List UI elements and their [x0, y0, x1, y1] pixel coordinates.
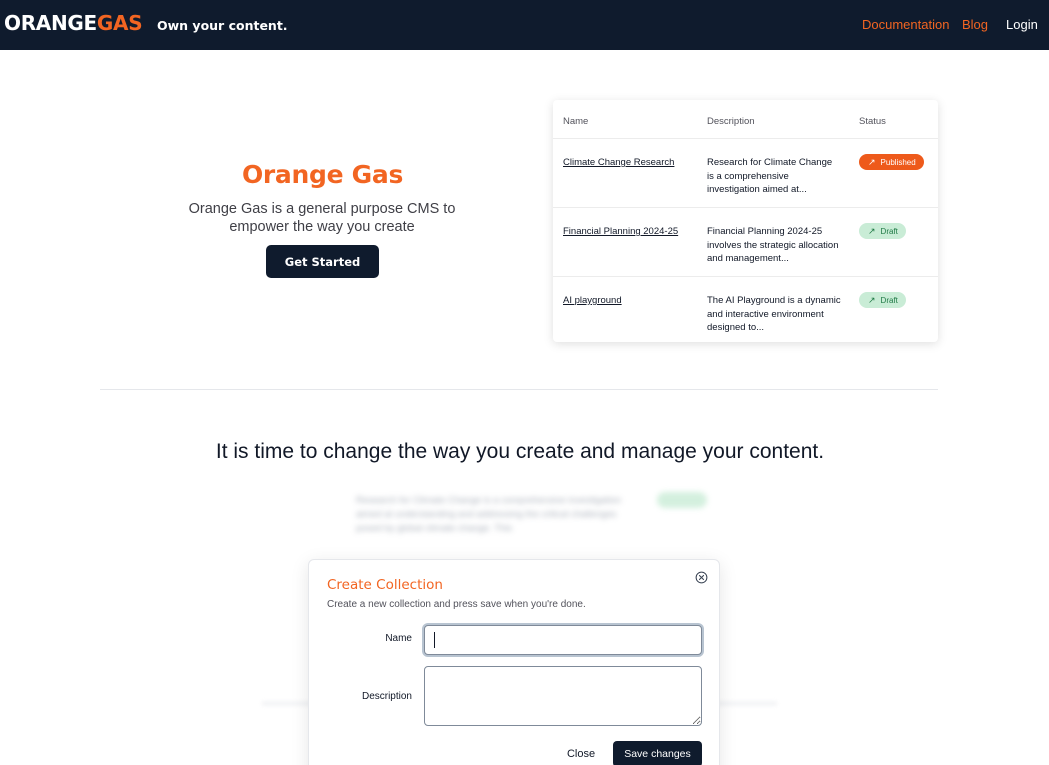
collection-name-link[interactable]: Financial Planning 2024-25	[563, 226, 678, 237]
description-textarea[interactable]	[424, 666, 702, 726]
brand-tagline: Own your content.	[157, 18, 288, 33]
status-badge: ↗ Published	[859, 154, 924, 170]
status-badge-label: Published	[880, 158, 916, 167]
text-caret	[434, 632, 435, 648]
collection-description: Financial Planning 2024-25 involves the …	[707, 226, 839, 265]
name-input[interactable]	[424, 625, 702, 655]
top-navbar: ORANGEGAS Own your content. Documentatio…	[0, 0, 1049, 50]
nav-blog-link[interactable]: Blog	[962, 17, 988, 32]
status-badge: ↗ Draft	[859, 223, 906, 239]
status-badge-label: Draft	[880, 296, 898, 305]
collections-table-card: Name Description Status Climate Change R…	[553, 100, 938, 342]
collection-description: The AI Playground is a dynamic and inter…	[707, 295, 841, 334]
arrow-up-right-icon: ↗	[868, 226, 876, 236]
save-changes-button[interactable]: Save changes	[613, 741, 702, 765]
status-badge: ↗ Draft	[859, 292, 906, 308]
status-badge-label: Draft	[880, 227, 898, 236]
hero-subtitle: Orange Gas is a general purpose CMS to e…	[188, 201, 456, 235]
table-row: AI playground The AI Playground is a dyn…	[553, 276, 938, 342]
section-divider	[100, 389, 938, 390]
brand-name-part1: ORANGE	[4, 11, 97, 35]
dialog-subtitle: Create a new collection and press save w…	[327, 599, 586, 610]
arrow-up-right-icon: ↗	[868, 295, 876, 305]
collection-name-link[interactable]: AI playground	[563, 295, 622, 306]
brand-name-part2: GAS	[96, 11, 143, 35]
nav-documentation-link[interactable]: Documentation	[862, 17, 949, 32]
create-collection-dialog: Create Collection Create a new collectio…	[308, 559, 720, 765]
description-field-label: Description	[361, 691, 412, 702]
table-row: Financial Planning 2024-25 Financial Pla…	[553, 207, 938, 276]
nav-login-link[interactable]: Login	[1006, 17, 1038, 32]
collection-name-link[interactable]: Climate Change Research	[563, 157, 674, 168]
blurred-preview-text: Research for Climate Change is a compreh…	[356, 495, 622, 534]
section-headline: It is time to change the way you create …	[215, 440, 825, 463]
arrow-up-right-icon: ↗	[868, 157, 876, 167]
brand-logo[interactable]: ORANGEGAS	[4, 11, 143, 35]
dialog-title: Create Collection	[327, 577, 443, 593]
get-started-button[interactable]: Get Started	[266, 245, 379, 278]
name-field-label: Name	[385, 633, 412, 644]
column-header-status: Status	[859, 116, 886, 127]
collection-description: Research for Climate Change is a compreh…	[707, 157, 833, 196]
column-header-name: Name	[563, 116, 589, 127]
column-header-description: Description	[707, 116, 755, 127]
table-row: Climate Change Research Research for Cli…	[553, 138, 938, 207]
close-circle-icon[interactable]	[695, 571, 708, 584]
close-button[interactable]: Close	[557, 741, 605, 765]
hero-title: Orange Gas	[241, 160, 404, 189]
blurred-status-badge	[657, 492, 707, 508]
